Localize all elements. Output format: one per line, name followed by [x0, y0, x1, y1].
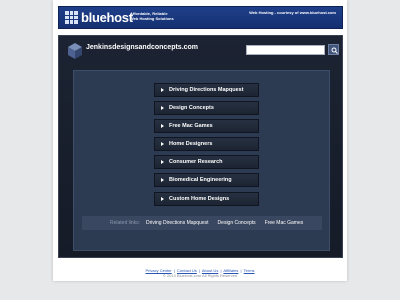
link-label: Biomedical Engineering [169, 177, 232, 184]
link-label: Design Concepts [169, 105, 214, 112]
link-item[interactable]: Consumer Research [154, 155, 259, 170]
arrow-right-icon [161, 106, 164, 111]
banner-courtesy-text: Web Hosting - courtesy of www.bluehost.c… [249, 10, 336, 15]
arrow-right-icon [161, 196, 164, 201]
bluehost-tagline: Affordable, Reliable Web Hosting Solutio… [130, 11, 200, 21]
link-item[interactable]: Biomedical Engineering [154, 173, 259, 188]
arrow-right-icon [161, 88, 164, 92]
search-input[interactable] [246, 45, 325, 55]
related-links-label: Related links: [110, 220, 141, 226]
related-link[interactable]: Free Mac Games [265, 220, 304, 226]
link-label: Home Designers [169, 141, 213, 148]
sponsored-links-list: Driving Directions Mapquest Design Conce… [154, 83, 259, 210]
arrow-right-icon [161, 160, 164, 165]
link-item[interactable]: Driving Directions Mapquest [154, 83, 259, 97]
link-item[interactable]: Home Designers [154, 137, 259, 152]
arrow-right-icon [161, 178, 164, 183]
bluehost-logo-text: bluehost [81, 10, 133, 25]
links-area: Driving Directions Mapquest Design Conce… [73, 70, 330, 251]
page-container: bluehost Affordable, Reliable Web Hostin… [53, 0, 347, 281]
link-item[interactable]: Free Mac Games [154, 119, 259, 134]
related-links-bar: Related links: Driving Directions Mapque… [82, 216, 322, 230]
domain-title: Jenkinsdesignsandconcepts.com [86, 44, 199, 51]
footer-copyright: © 2013 Bluehost.com All Rights Reserved [162, 273, 238, 278]
footer: Privacy Center | Contact Us | About Us |… [53, 268, 347, 278]
cube-icon [68, 43, 82, 59]
link-item[interactable]: Custom Home Designs [154, 191, 259, 206]
link-label: Consumer Research [169, 159, 223, 166]
related-link[interactable]: Driving Directions Mapquest [146, 220, 209, 226]
link-label: Custom Home Designs [169, 195, 230, 202]
footer-separator: | [240, 268, 242, 273]
bluehost-logo-icon [65, 11, 78, 24]
search-button[interactable] [328, 44, 339, 55]
footer-link-terms[interactable]: Terms [244, 268, 255, 273]
bluehost-banner[interactable]: bluehost Affordable, Reliable Web Hostin… [58, 6, 343, 29]
domain-panel: Jenkinsdesignsandconcepts.com Driving Di… [58, 35, 343, 258]
tagline-line-2: Web Hosting Solutions [130, 15, 174, 21]
link-item[interactable]: Design Concepts [154, 101, 259, 116]
link-label: Free Mac Games [169, 123, 213, 130]
arrow-right-icon [161, 124, 164, 129]
search-icon [331, 47, 338, 54]
link-label: Driving Directions Mapquest [169, 87, 244, 93]
related-link[interactable]: Design Concepts [218, 220, 256, 226]
arrow-right-icon [161, 142, 164, 147]
